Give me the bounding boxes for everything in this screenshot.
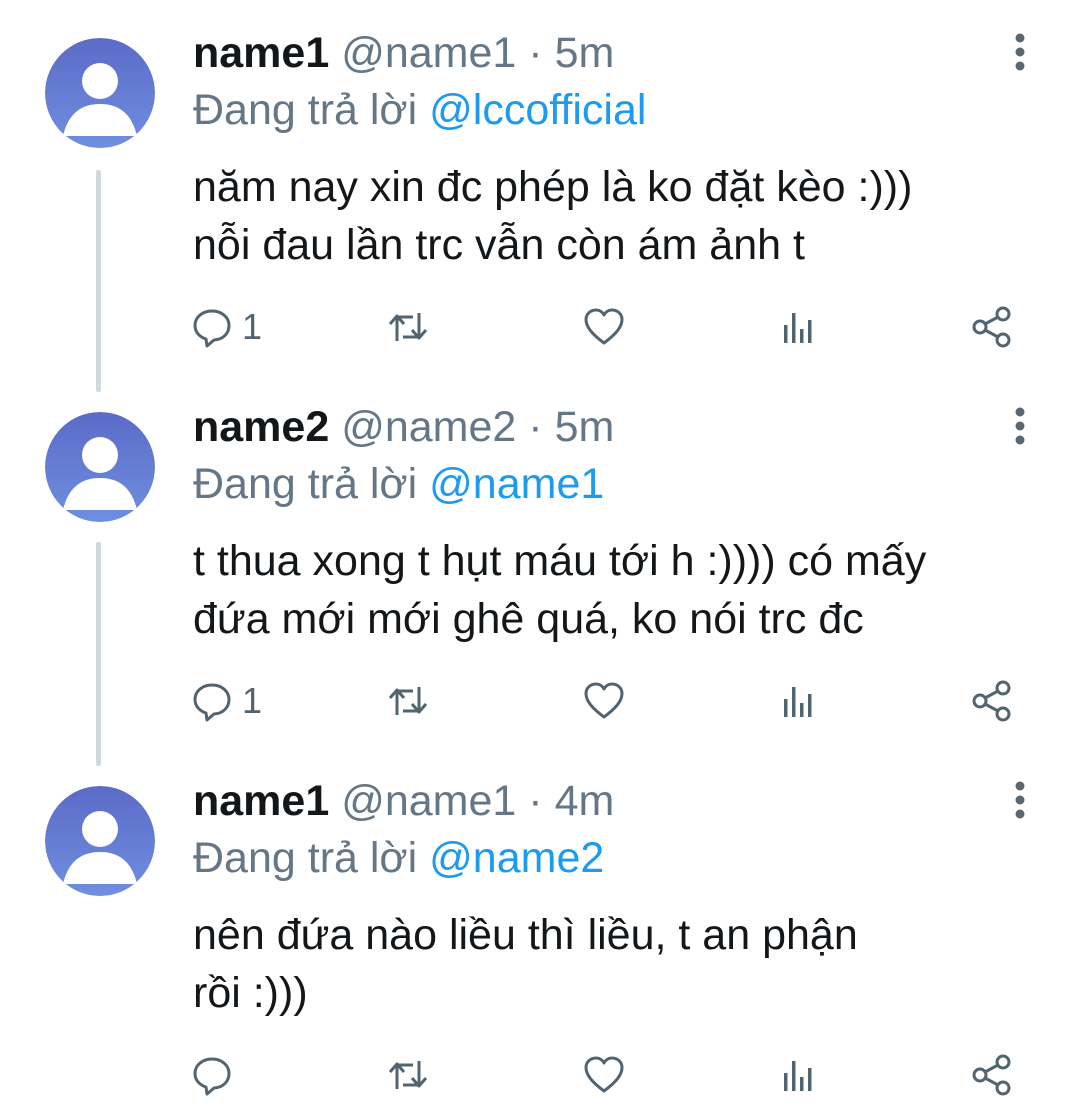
separator-dot: · (528, 29, 543, 77)
analytics-icon (784, 687, 812, 717)
like-button[interactable] (582, 302, 626, 352)
reply-icon (193, 309, 231, 348)
tweet-text: t thua xong t hụt máu tới h :)))) có mấy… (193, 532, 1033, 648)
tweet-actions: 1 (190, 302, 1020, 352)
analytics-button[interactable] (778, 302, 818, 352)
tweet-text-line: t thua xong t hụt máu tới h :)))) có mấy (193, 537, 927, 585)
tweet-header: name1 @name1 · 5m (193, 27, 614, 79)
avatar[interactable] (45, 786, 155, 896)
user-handle[interactable]: @name2 (341, 403, 516, 451)
tweet-text-line: đứa mới mới ghê quá, ko nói trc đc (193, 595, 864, 643)
separator-dot: · (528, 403, 543, 451)
reply-icon (193, 1057, 231, 1096)
retweet-icon (388, 313, 428, 341)
default-avatar-icon (45, 412, 155, 522)
display-name[interactable]: name2 (193, 403, 329, 451)
replying-to: Đang trả lời @lccofficial (193, 84, 646, 136)
user-handle[interactable]: @name1 (341, 777, 516, 825)
tweet-header: name1 @name1 · 4m (193, 775, 614, 827)
tweet[interactable]: name1 @name1 · 4m Đang trả lời @name2 nê… (0, 748, 1080, 1108)
default-avatar-icon (45, 786, 155, 896)
reply-button[interactable]: 1 (190, 302, 262, 352)
more-vertical-icon (1015, 407, 1025, 445)
more-vertical-icon (1015, 33, 1025, 71)
mention-link[interactable]: @name2 (429, 834, 604, 882)
replying-to-label: Đang trả lời (193, 460, 418, 508)
reply-icon (193, 683, 231, 722)
retweet-button[interactable] (385, 1050, 431, 1100)
more-options-button[interactable] (1005, 30, 1035, 74)
reply-count: 1 (242, 306, 263, 347)
reply-count: 1 (242, 680, 263, 721)
share-button[interactable] (970, 302, 1014, 352)
like-button[interactable] (582, 676, 626, 726)
thread-connector-line (96, 542, 101, 766)
retweet-button[interactable] (385, 302, 431, 352)
user-handle[interactable]: @name1 (341, 29, 516, 77)
timestamp[interactable]: 5m (555, 29, 615, 77)
tweet-text: năm nay xin đc phép là ko đặt kèo :))) n… (193, 158, 1033, 274)
tweet-header: name2 @name2 · 5m (193, 401, 614, 453)
share-icon (972, 306, 1011, 348)
share-icon (972, 680, 1011, 722)
tweet[interactable]: name2 @name2 · 5m Đang trả lời @name1 t … (0, 374, 1080, 766)
avatar[interactable] (45, 412, 155, 522)
analytics-button[interactable] (778, 676, 818, 726)
thread-connector-line (96, 170, 101, 392)
timestamp[interactable]: 4m (555, 777, 615, 825)
replying-to-label: Đang trả lời (193, 86, 418, 134)
tweet-text-line: rồi :))) (193, 969, 308, 1017)
replying-to-label: Đang trả lời (193, 834, 418, 882)
more-options-button[interactable] (1005, 404, 1035, 448)
analytics-icon (784, 313, 812, 343)
reply-thread: name1 @name1 · 5m Đang trả lời @lccoffic… (0, 0, 1080, 1108)
tweet-text-line: năm nay xin đc phép là ko đặt kèo :))) (193, 163, 913, 211)
share-button[interactable] (970, 1050, 1014, 1100)
timestamp[interactable]: 5m (555, 403, 615, 451)
more-options-button[interactable] (1005, 778, 1035, 822)
retweet-icon (388, 687, 428, 715)
mention-link[interactable]: @lccofficial (429, 86, 646, 134)
heart-icon (584, 682, 624, 719)
default-avatar-icon (45, 38, 155, 148)
reply-button[interactable] (190, 1050, 242, 1100)
replying-to: Đang trả lời @name2 (193, 832, 604, 884)
retweet-button[interactable] (385, 676, 431, 726)
more-vertical-icon (1015, 781, 1025, 819)
tweet-actions: 1 (190, 676, 1020, 726)
replying-to: Đang trả lời @name1 (193, 458, 604, 510)
retweet-icon (388, 1061, 428, 1089)
heart-icon (584, 308, 624, 345)
analytics-button[interactable] (778, 1050, 818, 1100)
separator-dot: · (528, 777, 543, 825)
reply-button[interactable]: 1 (190, 676, 262, 726)
analytics-icon (784, 1061, 812, 1091)
avatar[interactable] (45, 38, 155, 148)
like-button[interactable] (582, 1050, 626, 1100)
heart-icon (584, 1056, 624, 1093)
mention-link[interactable]: @name1 (429, 460, 604, 508)
display-name[interactable]: name1 (193, 29, 329, 77)
share-button[interactable] (970, 676, 1014, 726)
tweet-text-line: nên đứa nào liều thì liều, t an phận (193, 911, 858, 959)
tweet[interactable]: name1 @name1 · 5m Đang trả lời @lccoffic… (0, 0, 1080, 392)
share-icon (972, 1054, 1011, 1096)
tweet-text: nên đứa nào liều thì liều, t an phận rồi… (193, 906, 1033, 1022)
tweet-text-line: nỗi đau lần trc vẫn còn ám ảnh t (193, 221, 805, 269)
tweet-actions (190, 1050, 1020, 1100)
display-name[interactable]: name1 (193, 777, 329, 825)
